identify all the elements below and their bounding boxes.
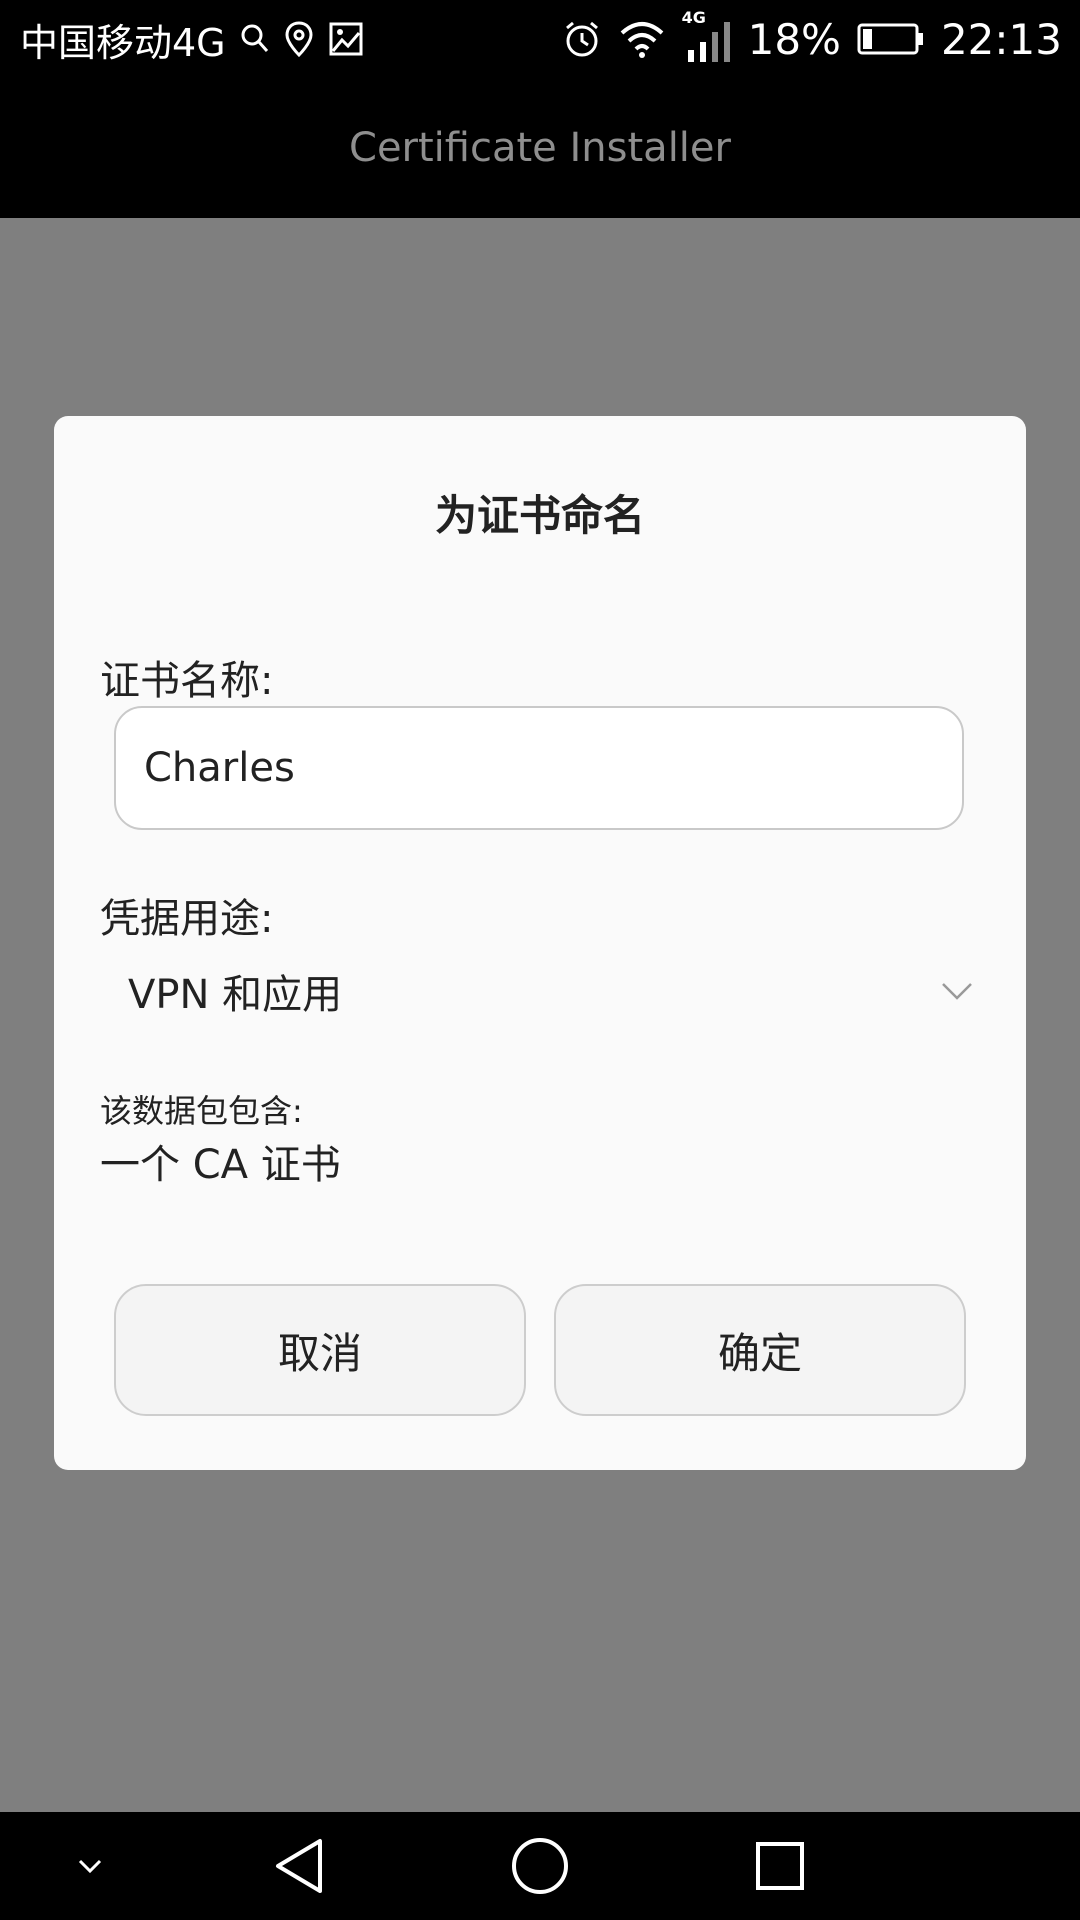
carrier-label: 中国移动4G [20,20,226,65]
app-title: Certificate Installer [349,125,731,171]
chevron-down-icon [940,980,974,1002]
credential-usage-dropdown[interactable]: VPN 和应用 [100,946,980,1036]
search-icon [240,22,270,56]
home-icon [510,1836,570,1896]
back-icon [272,1836,328,1896]
home-button[interactable] [495,1812,585,1920]
credential-usage-label: 凭据用途: [100,896,274,942]
navigation-bar [0,1812,1080,1920]
location-icon [284,20,314,58]
recents-button[interactable] [735,1812,825,1920]
dialog-title: 为证书命名 [434,491,645,540]
wifi-icon [618,19,666,59]
image-icon [328,21,364,57]
signal-icon: 4G [682,8,732,64]
package-contains-label: 该数据包包含: [100,1092,303,1130]
status-right-group: 4G 18% 22:13 [562,0,1062,78]
status-bar: 中国移动4G 4G 18% 22:13 [0,0,1080,78]
battery-icon [857,22,925,56]
certificate-name-input[interactable] [114,706,964,830]
ok-button[interactable]: 确定 [554,1284,966,1416]
credential-usage-value: VPN 和应用 [128,972,343,1018]
alarm-icon [562,19,602,59]
back-button[interactable] [255,1812,345,1920]
certificate-name-label: 证书名称: [100,658,274,704]
cancel-button[interactable]: 取消 [114,1284,526,1416]
app-bar: Certificate Installer [0,78,1080,218]
collapse-chevron-icon [74,1856,106,1876]
collapse-button[interactable] [50,1812,130,1920]
recents-icon [754,1840,806,1892]
status-left-group: 中国移动4G [20,0,364,78]
battery-percent: 18% [747,14,841,64]
package-contains-value: 一个 CA 证书 [100,1142,341,1188]
clock: 22:13 [940,14,1062,64]
network-badge: 4G [681,8,706,27]
name-certificate-dialog: 为证书命名 证书名称: 凭据用途: VPN 和应用 该数据包包含: 一个 CA … [54,416,1026,1470]
